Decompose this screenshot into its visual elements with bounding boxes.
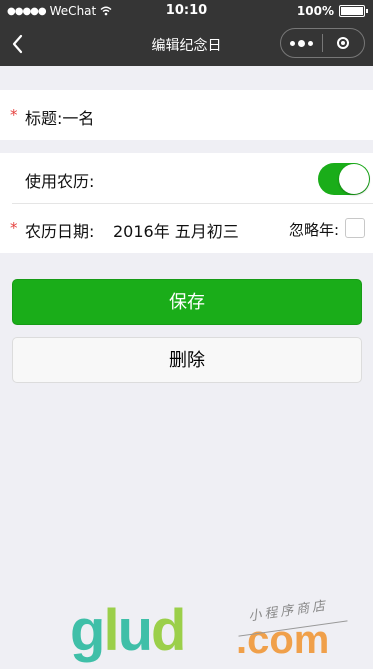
more-dots-icon[interactable] (281, 39, 322, 47)
status-right: 100% (296, 4, 368, 18)
lunar-date-row: * 农历日期: 2016年 五月初三 忽略年: (0, 203, 373, 253)
capsule-close-icon (337, 37, 350, 49)
battery-percent: 100% (296, 4, 334, 18)
title-card: * 标题:一名 (0, 90, 373, 140)
lunar-date-label: 农历日期: (25, 222, 95, 241)
watermark: glud .com 小程序商店 (70, 598, 360, 668)
required-star: * (10, 106, 18, 124)
lunar-card: 使用农历: * 农历日期: 2016年 五月初三 忽略年: (0, 153, 373, 253)
delete-button[interactable]: 删除 (12, 337, 362, 383)
watermark-brand: glud (70, 598, 186, 663)
ignore-year-checkbox[interactable] (345, 218, 365, 238)
lunar-switch[interactable] (318, 163, 370, 195)
lunar-label: 使用农历: (25, 172, 95, 191)
navigation-bar: 编辑纪念日 (0, 22, 373, 66)
lunar-date-picker[interactable]: 2016年 五月初三 (113, 218, 239, 242)
battery-icon (339, 5, 368, 17)
title-row[interactable]: * 标题:一名 (0, 90, 373, 140)
save-button[interactable]: 保存 (12, 279, 362, 325)
switch-knob (339, 164, 369, 194)
capsule-close-button[interactable] (323, 37, 364, 49)
status-bar: ●●●●● WeChat 10:10 100% (0, 0, 373, 22)
ignore-year-label: 忽略年: (288, 221, 339, 239)
title-field[interactable]: 标题:一名 (25, 105, 94, 129)
capsule-menu (280, 28, 365, 58)
required-star: * (10, 219, 18, 237)
lunar-row: 使用农历: (0, 153, 373, 203)
